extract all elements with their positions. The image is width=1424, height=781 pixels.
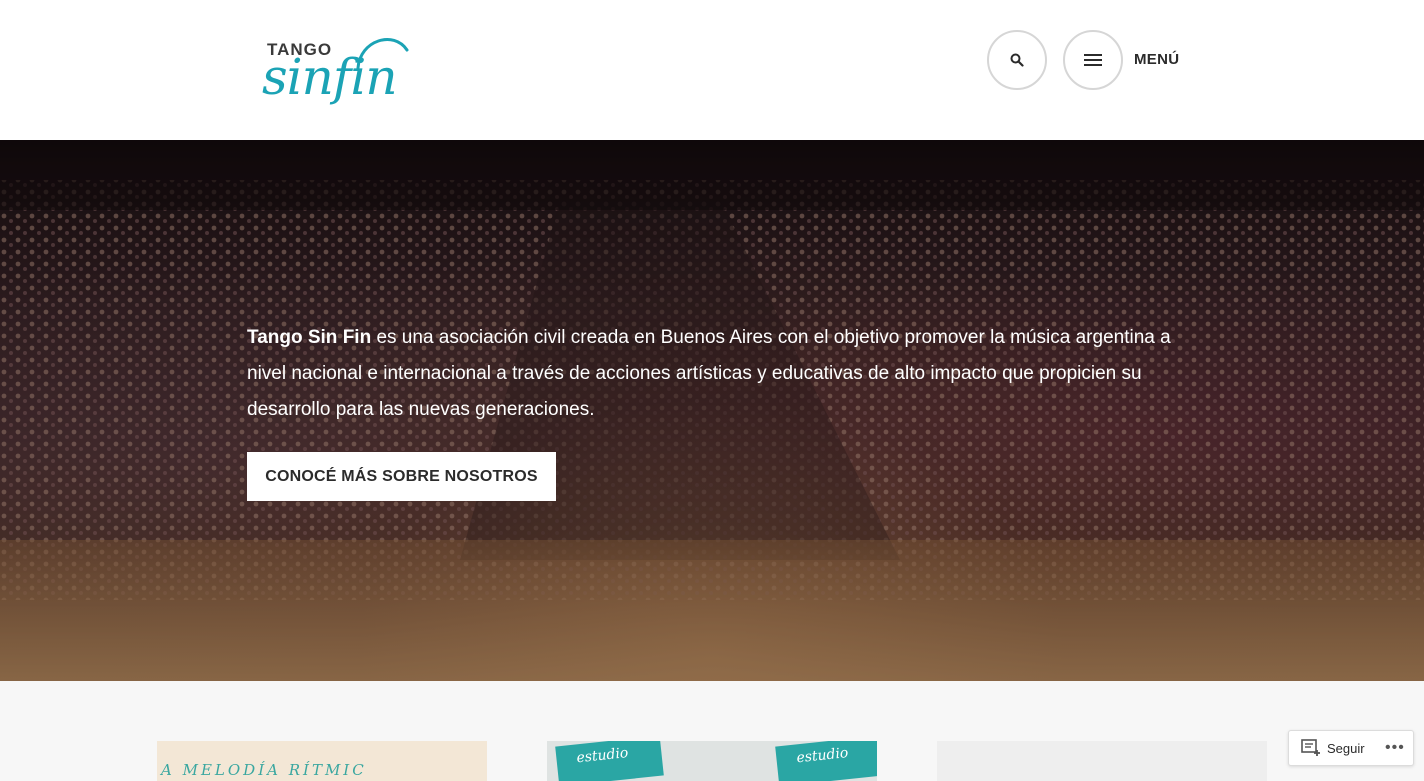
- hero-org-name: Tango Sin Fin: [247, 327, 372, 348]
- menu-label[interactable]: MENÚ: [1134, 51, 1179, 68]
- card-2-book-right: estudio: [775, 741, 877, 781]
- site-header: TANGO sinfin MENÚ: [0, 0, 1424, 140]
- hero-description: Tango Sin Fin es una asociación civil cr…: [247, 320, 1177, 428]
- card-1-image-text: A MELODÍA RÍTMIC: [161, 761, 367, 779]
- site-logo[interactable]: TANGO sinfin: [262, 30, 412, 110]
- follow-reader-icon: [1301, 739, 1320, 756]
- post-card-2[interactable]: estudio estudio: [547, 741, 877, 781]
- card-2-book-right-text: estudio: [795, 745, 850, 767]
- post-card-1[interactable]: A MELODÍA RÍTMIC: [157, 741, 487, 781]
- logo-sinfin-text: sinfin: [262, 48, 398, 106]
- hamburger-icon: [1084, 54, 1102, 66]
- card-2-book-left: estudio: [555, 741, 664, 781]
- menu-button[interactable]: [1063, 30, 1123, 90]
- search-button[interactable]: [987, 30, 1047, 90]
- follow-button[interactable]: Seguir •••: [1288, 730, 1414, 766]
- hero-banner: Tango Sin Fin es una asociación civil cr…: [0, 140, 1424, 681]
- hero-description-text: es una asociación civil creada en Buenos…: [247, 327, 1171, 420]
- card-2-book-left-text: estudio: [575, 745, 630, 767]
- more-options-icon[interactable]: •••: [1385, 739, 1405, 757]
- post-card-3[interactable]: [937, 741, 1267, 781]
- follow-label: Seguir: [1327, 740, 1365, 756]
- about-us-button[interactable]: CONOCÉ MÁS SOBRE NOSOTROS: [247, 452, 556, 501]
- search-icon: [1010, 53, 1024, 67]
